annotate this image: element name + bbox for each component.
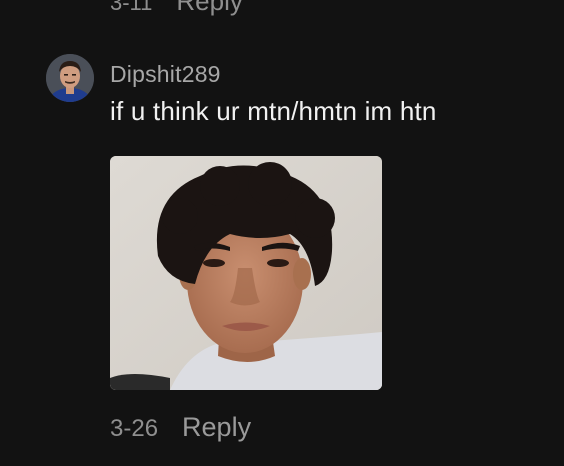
comment-footer: 3-26 Reply	[110, 412, 251, 443]
previous-comment-footer: 3-11 Reply	[110, 0, 243, 17]
reply-button[interactable]: Reply	[182, 412, 251, 443]
portrait-image	[110, 156, 382, 390]
avatar[interactable]	[46, 54, 94, 102]
previous-reply-button[interactable]: Reply	[176, 0, 242, 17]
comment-date: 3-26	[110, 415, 159, 442]
comment-body: Dipshit289 if u think ur mtn/hmtn im htn	[110, 54, 550, 442]
previous-comment-date: 3-11	[110, 0, 153, 15]
comment-photo[interactable]	[110, 156, 382, 390]
comment-text: if u think ur mtn/hmtn im htn	[110, 96, 437, 126]
avatar-image	[46, 54, 94, 102]
username[interactable]: Dipshit289	[110, 60, 550, 88]
